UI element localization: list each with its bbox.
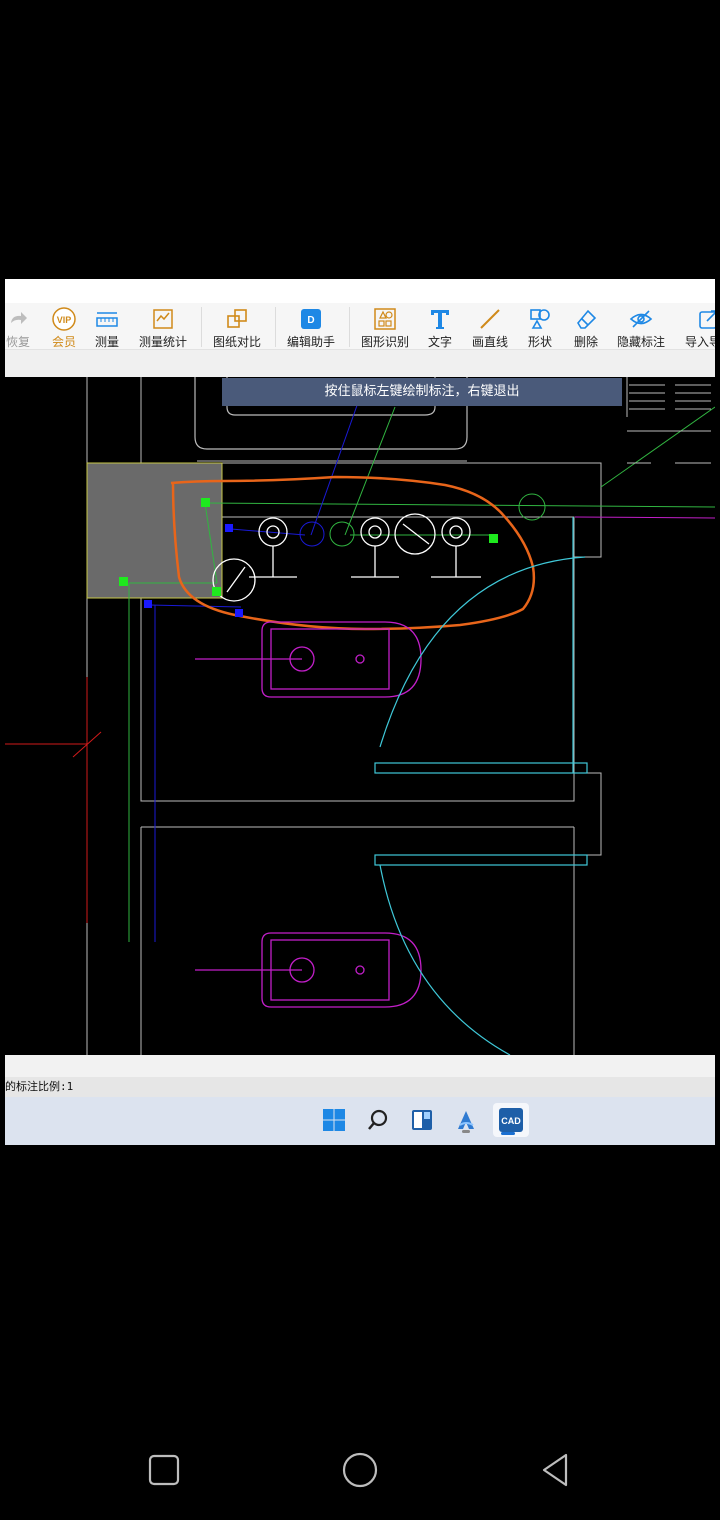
- vip-icon: VIP: [52, 307, 76, 331]
- toilet-upper: [195, 621, 422, 698]
- grip-green[interactable]: [489, 534, 498, 543]
- shape-recognition-label: 图形识别: [360, 335, 409, 349]
- grip-green[interactable]: [201, 498, 210, 507]
- vip-button[interactable]: VIP 会员: [49, 307, 79, 351]
- shapes-button[interactable]: 形状: [525, 307, 555, 351]
- widgets-icon[interactable]: [407, 1105, 437, 1135]
- toilet-lower: [195, 932, 422, 1008]
- redo-label: 恢复: [5, 335, 30, 349]
- selection-box[interactable]: [86, 462, 223, 599]
- symbols-row: [212, 513, 481, 602]
- cad-canvas[interactable]: [5, 377, 715, 1056]
- edit-assistant-icon: D: [301, 309, 321, 329]
- door-swings: [374, 517, 588, 1056]
- grip-blue[interactable]: [144, 600, 152, 608]
- svg-text:D: D: [307, 315, 314, 326]
- text-icon: [431, 310, 449, 329]
- magenta-line: [574, 516, 715, 519]
- import-export-label: 导入导: [685, 335, 715, 349]
- blue-line: [148, 604, 242, 608]
- toolbar-tools: 恢复 VIP 会员 测量 测量统计 图纸对比 D 编辑助手 图形识别 文字 画直…: [5, 303, 715, 349]
- measure-button[interactable]: 测量: [93, 307, 121, 351]
- green-line: [344, 406, 396, 536]
- green-circle: [329, 521, 355, 547]
- green-line: [600, 406, 715, 488]
- taskbar: CAD: [5, 1097, 715, 1145]
- toolbar-top-strip: [5, 279, 715, 303]
- edit-assistant-label: 编辑助手: [286, 335, 335, 349]
- line-icon: [480, 309, 500, 329]
- back-icon[interactable]: [536, 1450, 576, 1490]
- windows-start-icon[interactable]: [319, 1105, 349, 1135]
- active-indicator: [501, 1132, 515, 1135]
- edit-assistant-button[interactable]: D 编辑助手: [285, 307, 337, 351]
- drawing-svg: [5, 377, 715, 1056]
- grip-green[interactable]: [119, 577, 128, 586]
- cad-window: 恢复 VIP 会员 测量 测量统计 图纸对比 D 编辑助手 图形识别 文字 画直…: [5, 279, 715, 1145]
- hint-banner: 按住鼠标左键绘制标注，右键退出: [222, 378, 622, 406]
- measure-label: 测量: [94, 335, 119, 349]
- android-nav-bar: [0, 1420, 720, 1520]
- vip-label: 会员: [51, 335, 76, 349]
- home-icon[interactable]: [340, 1450, 380, 1490]
- compare-icon: [227, 309, 247, 328]
- running-indicator: [462, 1130, 470, 1133]
- cad-app-icon[interactable]: CAD: [493, 1103, 529, 1137]
- green-circle: [518, 493, 546, 521]
- hide-annotation-label: 隐藏标注: [616, 335, 665, 349]
- redo-icon: [11, 312, 27, 324]
- green-line: [204, 502, 715, 508]
- svg-text:CAD: CAD: [501, 1116, 521, 1126]
- toolbar-separator: [275, 307, 276, 347]
- grip-blue[interactable]: [235, 609, 243, 617]
- svg-text:VIP: VIP: [57, 315, 72, 325]
- draw-line-button[interactable]: 画直线: [469, 307, 511, 351]
- toolbar-separator: [349, 307, 350, 347]
- text-label: 文字: [427, 335, 452, 349]
- shape-recognition-button[interactable]: 图形识别: [359, 307, 411, 351]
- grip-green[interactable]: [212, 587, 221, 596]
- shape-recognition-icon: [374, 308, 396, 330]
- import-export-button[interactable]: 导入导: [685, 307, 715, 351]
- toolbar-bottom-strip: [5, 349, 715, 378]
- toolbar-separator: [201, 307, 202, 347]
- shapes-icon: [530, 309, 550, 329]
- toolbar: 恢复 VIP 会员 测量 测量统计 图纸对比 D 编辑助手 图形识别 文字 画直…: [5, 279, 715, 378]
- compare-button[interactable]: 图纸对比: [211, 307, 263, 351]
- hide-eye-icon: [629, 310, 653, 328]
- eraser-icon: [577, 309, 597, 329]
- wall-notch: [574, 772, 602, 856]
- delete-label: 删除: [573, 335, 598, 349]
- measure-stats-button[interactable]: 测量统计: [137, 307, 189, 351]
- text-button[interactable]: 文字: [425, 307, 455, 351]
- hatch-lines: [626, 377, 711, 464]
- hide-annotation-button[interactable]: 隐藏标注: [615, 307, 667, 351]
- shapes-label: 形状: [527, 335, 552, 349]
- status-text: 的标注比例:1: [5, 1077, 715, 1097]
- grip-blue[interactable]: [225, 524, 233, 532]
- app-a-icon[interactable]: [451, 1105, 481, 1135]
- redo-button[interactable]: 恢复: [5, 307, 31, 351]
- compare-label: 图纸对比: [212, 335, 261, 349]
- ruler-icon: [96, 312, 118, 327]
- recent-apps-icon[interactable]: [144, 1450, 184, 1490]
- search-icon[interactable]: [363, 1105, 393, 1135]
- draw-line-label: 画直线: [471, 335, 508, 349]
- measure-stats-icon: [153, 309, 173, 329]
- delete-button[interactable]: 删除: [571, 307, 601, 351]
- blue-circle: [299, 521, 325, 547]
- import-icon: [699, 310, 715, 329]
- measure-stats-label: 测量统计: [138, 335, 187, 349]
